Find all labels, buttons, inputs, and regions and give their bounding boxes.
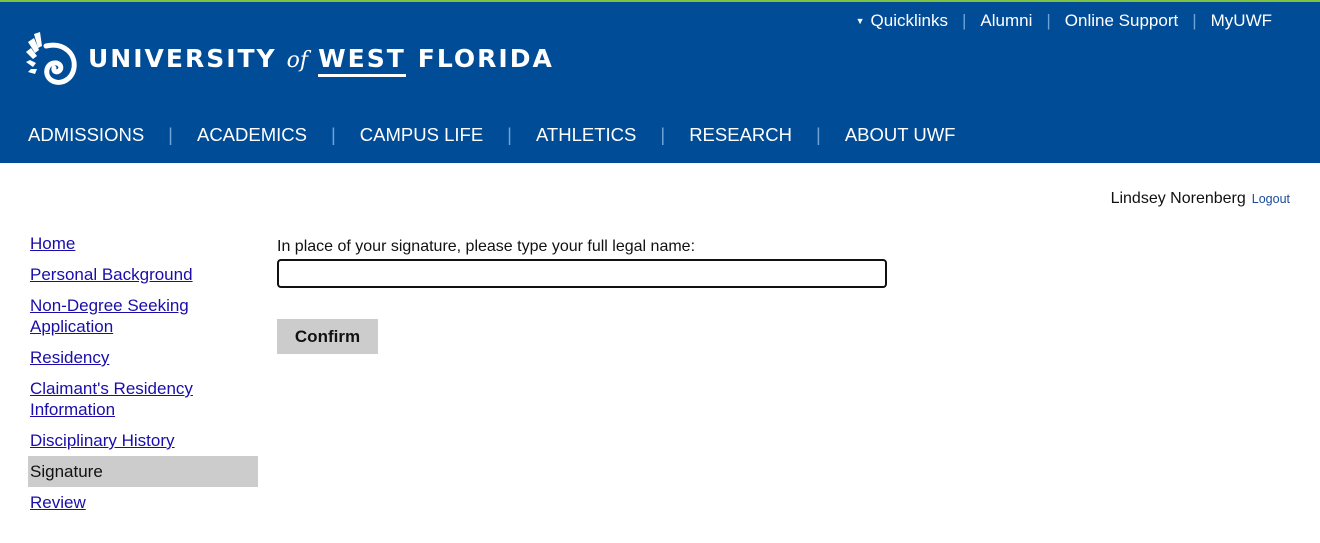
nautilus-logo-icon [26, 32, 77, 85]
site-header: UNIVERSITY of WEST FLORIDA ▼ Quicklinks … [0, 0, 1320, 163]
separator: | [1046, 11, 1051, 30]
logo-florida: FLORIDA [417, 43, 554, 73]
logo-west: WEST [318, 44, 406, 77]
quicklinks-dropdown[interactable]: ▼ Quicklinks [856, 11, 948, 31]
confirm-button[interactable]: Confirm [277, 319, 378, 354]
nav-campus-life[interactable]: CAMPUS LIFE [360, 124, 483, 146]
sidebar-item-non-degree-seeking-application[interactable]: Non-Degree Seeking Application [28, 295, 258, 337]
sidebar-nav: Home Personal Background Non-Degree Seek… [28, 233, 258, 523]
separator: | [1192, 11, 1197, 30]
separator: | [168, 124, 173, 145]
main-nav: ADMISSIONS | ACADEMICS | CAMPUS LIFE | A… [28, 124, 955, 146]
nav-about-uwf[interactable]: ABOUT UWF [845, 124, 956, 146]
utility-nav: ▼ Quicklinks | Alumni | Online Support |… [856, 11, 1272, 31]
logo-wordmark: UNIVERSITY of WEST FLORIDA [88, 44, 554, 77]
nav-research[interactable]: RESEARCH [689, 124, 792, 146]
sidebar-item-review[interactable]: Review [28, 492, 258, 513]
signature-form: In place of your signature, please type … [277, 237, 887, 354]
logo-of: of [286, 47, 309, 73]
alumni-link[interactable]: Alumni [980, 11, 1032, 31]
user-name: Lindsey Norenberg [1110, 190, 1246, 207]
sidebar-item-claimants-residency-information[interactable]: Claimant's Residency Information [28, 378, 258, 420]
uwf-logo[interactable]: UNIVERSITY of WEST FLORIDA [26, 28, 554, 92]
quicklinks-label: Quicklinks [870, 11, 948, 30]
sidebar-item-disciplinary-history[interactable]: Disciplinary History [28, 430, 258, 451]
sidebar-item-signature[interactable]: Signature [28, 456, 258, 487]
user-info: Lindsey Norenberg Logout [1111, 190, 1290, 208]
logout-link[interactable]: Logout [1252, 192, 1290, 206]
nav-athletics[interactable]: ATHLETICS [536, 124, 636, 146]
signature-input[interactable] [277, 259, 887, 288]
myuwf-link[interactable]: MyUWF [1211, 11, 1272, 31]
separator: | [330, 124, 336, 145]
sidebar-item-home[interactable]: Home [28, 233, 258, 254]
sidebar-item-personal-background[interactable]: Personal Background [28, 264, 258, 285]
separator: | [660, 124, 666, 145]
logo-university: UNIVERSITY [88, 43, 277, 73]
caret-down-icon: ▼ [855, 16, 865, 26]
online-support-link[interactable]: Online Support [1065, 11, 1178, 31]
sidebar-item-residency[interactable]: Residency [28, 347, 258, 368]
separator: | [507, 124, 512, 145]
separator: | [961, 11, 967, 30]
nav-academics[interactable]: ACADEMICS [197, 124, 307, 146]
nav-admissions[interactable]: ADMISSIONS [28, 124, 144, 146]
separator: | [816, 124, 821, 145]
signature-label: In place of your signature, please type … [277, 238, 696, 255]
